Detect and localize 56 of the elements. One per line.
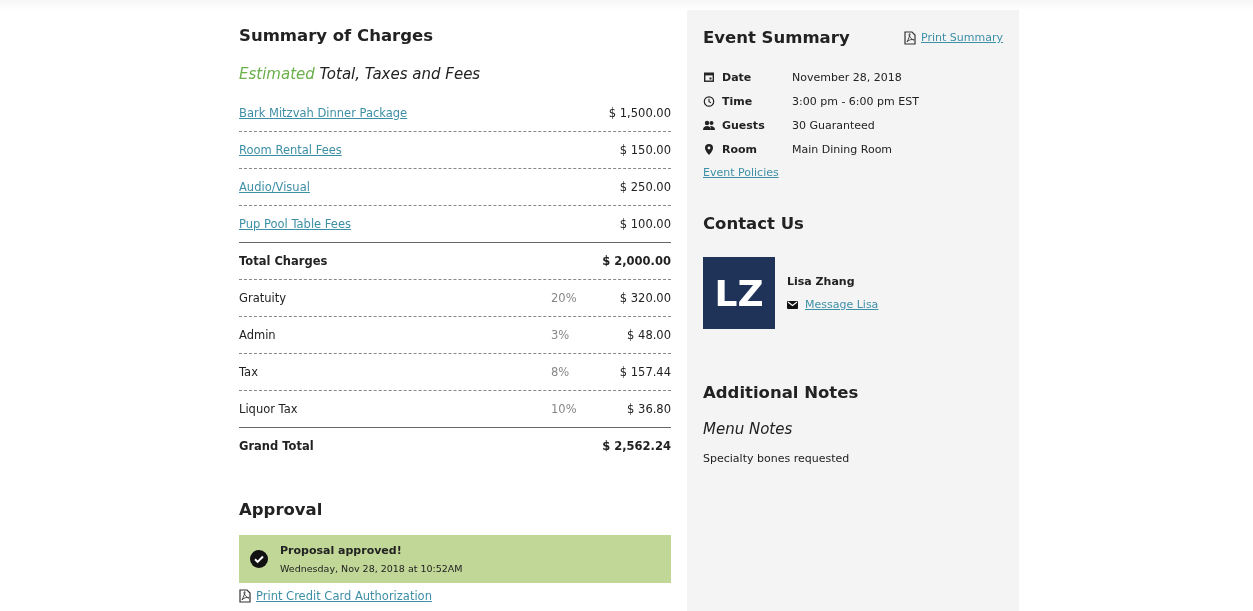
message-link[interactable]: Message Lisa (805, 298, 879, 311)
charge-amount: $ 320.00 (618, 291, 671, 305)
charge-amount: $ 100.00 (618, 217, 671, 231)
contact-name: Lisa Zhang (787, 275, 856, 288)
notes-subtitle: Menu Notes (703, 420, 794, 438)
fee-rate: 10% (551, 402, 578, 416)
section-title: Summary of Charges (239, 26, 434, 45)
clock-icon (703, 95, 715, 107)
detail-value: 30 Guaranteed (792, 118, 875, 132)
section-subtitle: Estimated Total, Taxes and Fees (239, 65, 482, 83)
charge-link[interactable]: Pup Pool Table Fees (239, 217, 351, 231)
pdf-file-icon (904, 30, 917, 45)
envelope-icon (787, 300, 798, 309)
fee-rate: 20% (551, 291, 578, 305)
detail-label: Date (722, 70, 753, 84)
people-icon (703, 120, 715, 130)
charge-link[interactable]: Audio/Visual (239, 180, 310, 194)
section-title: Contact Us (703, 214, 805, 233)
map-pin-icon (703, 143, 715, 155)
print-summary-link[interactable]: Print Summary (921, 31, 1003, 44)
calendar-icon (703, 72, 715, 82)
total-label: Grand Total (239, 439, 314, 453)
detail-label: Room (722, 142, 759, 156)
fee-label: Admin (239, 328, 276, 342)
approval-timestamp: Wednesday, Nov 28, 2018 at 10:52AM (280, 563, 463, 574)
section-title: Event Summary (703, 28, 850, 47)
charge-link[interactable]: Room Rental Fees (239, 143, 342, 157)
detail-value: 3:00 pm - 6:00 pm EST (792, 94, 919, 108)
section-title: Approval (239, 500, 324, 519)
charge-amount: $ 250.00 (618, 180, 671, 194)
charge-amount: $ 150.00 (618, 143, 671, 157)
initials-avatar: LZ (703, 257, 775, 329)
charge-amount: $ 2,562.24 (601, 439, 671, 453)
detail-label: Guests (722, 118, 766, 132)
charge-amount: $ 157.44 (618, 365, 671, 379)
detail-label: Time (722, 94, 754, 108)
fee-rate: 8% (551, 365, 571, 379)
check-circle-icon (250, 550, 268, 568)
section-title: Additional Notes (703, 383, 860, 402)
charge-amount: $ 2,000.00 (601, 254, 671, 268)
notes-text: Specialty bones requested (703, 452, 851, 465)
total-label: Total Charges (239, 254, 328, 268)
charge-amount: $ 36.80 (626, 402, 671, 416)
detail-value: Main Dining Room (792, 142, 893, 156)
event-policies-link[interactable]: Event Policies (703, 166, 779, 179)
charge-amount: $ 48.00 (626, 328, 671, 342)
pdf-file-icon (239, 589, 251, 603)
fee-label: Gratuity (239, 291, 286, 305)
approval-message: Proposal approved! (280, 544, 403, 557)
fee-rate: 3% (551, 328, 571, 342)
detail-value: November 28, 2018 (792, 70, 902, 84)
fee-label: Tax (239, 365, 258, 379)
print-authorization-link[interactable]: Print Credit Card Authorization (256, 589, 432, 603)
charge-amount: $ 1,500.00 (607, 106, 671, 120)
charge-link[interactable]: Bark Mitzvah Dinner Package (239, 106, 408, 120)
fee-label: Liquor Tax (239, 402, 298, 416)
